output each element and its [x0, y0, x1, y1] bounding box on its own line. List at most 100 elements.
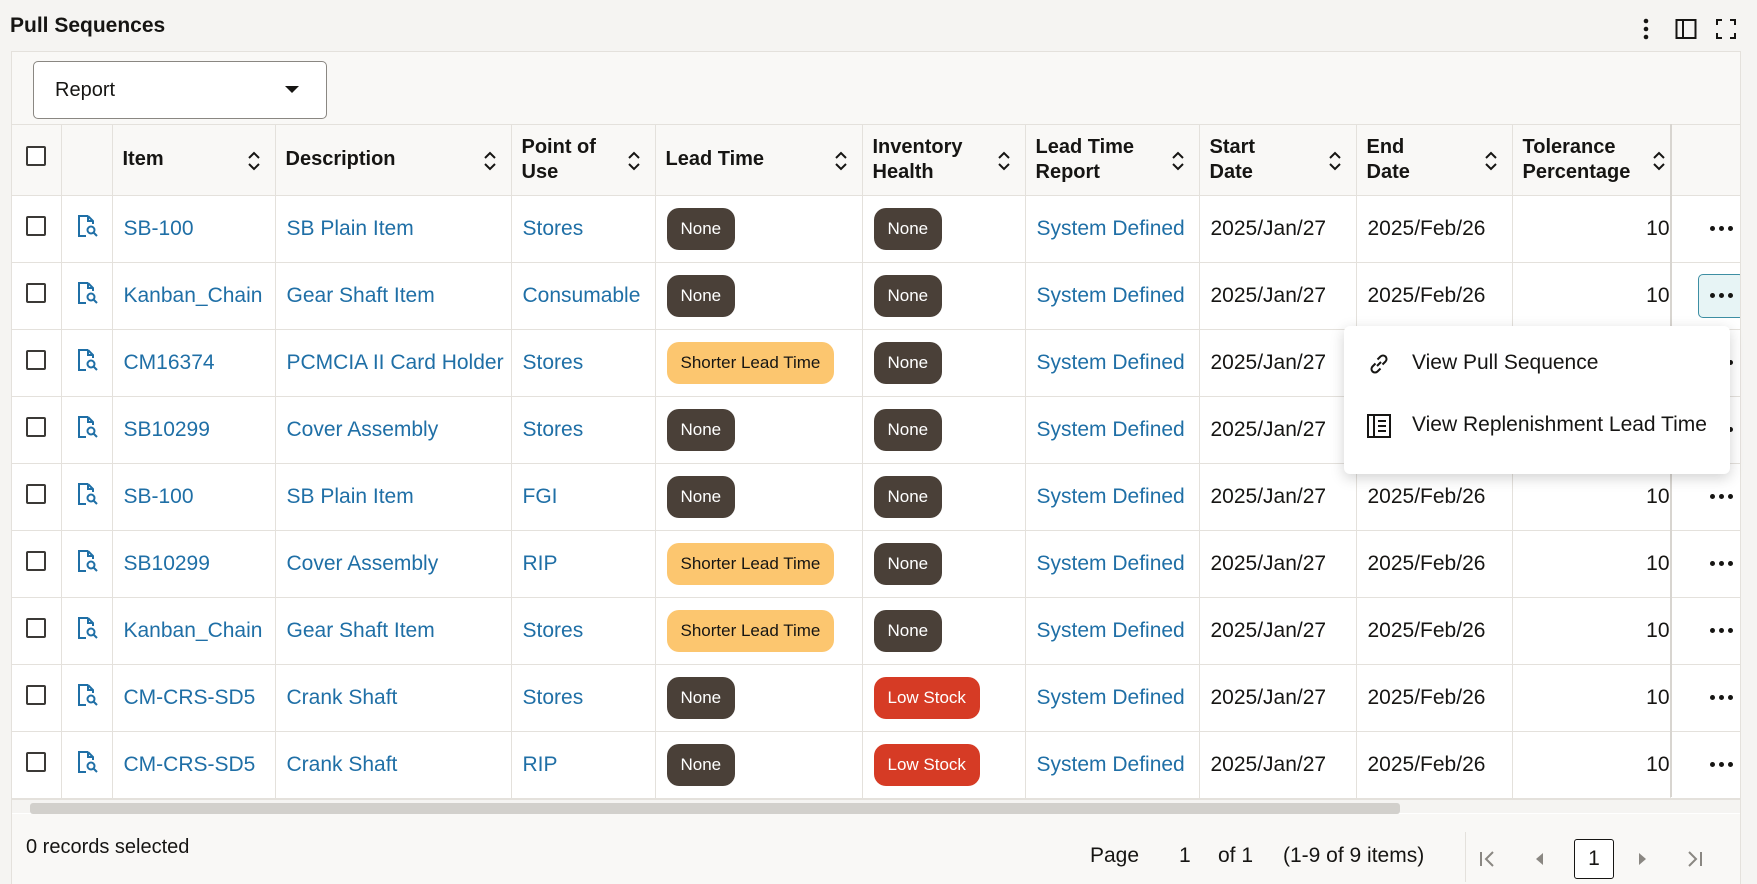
- point-of-use-link[interactable]: Stores: [523, 686, 584, 709]
- table-row[interactable]: CM-CRS-SD5 Crank Shaft Stores None Low S…: [12, 664, 1740, 732]
- item-link[interactable]: CM-CRS-SD5: [124, 686, 256, 709]
- description-link[interactable]: Cover Assembly: [287, 418, 439, 441]
- document-search-icon[interactable]: [76, 482, 98, 506]
- item-link[interactable]: SB10299: [124, 552, 210, 575]
- end-date-cell: 2025/Feb/26: [1356, 262, 1513, 330]
- table-row[interactable]: Kanban_Chain Gear Shaft Item Stores Shor…: [12, 597, 1740, 665]
- row-checkbox[interactable]: [26, 617, 47, 638]
- column-header-lead-time-report[interactable]: Lead Time Report: [1025, 125, 1200, 196]
- description-link[interactable]: Gear Shaft Item: [287, 284, 435, 307]
- previous-page-icon[interactable]: [1530, 849, 1550, 869]
- more-actions-icon[interactable]: [1698, 609, 1740, 653]
- description-link[interactable]: SB Plain Item: [287, 217, 414, 240]
- start-date-value: 2025/Jan/27: [1210, 752, 1327, 776]
- point-of-use-link[interactable]: Stores: [523, 619, 584, 642]
- description-link[interactable]: Cover Assembly: [287, 552, 439, 575]
- column-header-item[interactable]: Item: [112, 125, 276, 196]
- row-checkbox[interactable]: [26, 215, 47, 236]
- point-of-use-link[interactable]: Consumable: [523, 284, 641, 307]
- end-date-cell: 2025/Feb/26: [1356, 731, 1513, 799]
- item-link[interactable]: CM16374: [124, 351, 215, 374]
- select-all-checkbox[interactable]: [26, 146, 47, 167]
- point-of-use-link[interactable]: Stores: [523, 217, 584, 240]
- column-header-start-date[interactable]: Start Date: [1199, 125, 1357, 196]
- row-checkbox[interactable]: [26, 684, 47, 705]
- row-checkbox[interactable]: [26, 550, 47, 571]
- description-link[interactable]: PCMCIA II Card Holder: [287, 351, 504, 374]
- sort-icon: [1171, 151, 1184, 171]
- item-link[interactable]: SB-100: [124, 217, 194, 240]
- row-select-cell: [12, 262, 62, 330]
- description-link[interactable]: Gear Shaft Item: [287, 619, 435, 642]
- table-row[interactable]: SB10299 Cover Assembly RIP Shorter Lead …: [12, 530, 1740, 598]
- description-link[interactable]: Crank Shaft: [287, 686, 398, 709]
- point-of-use-link[interactable]: RIP: [523, 753, 558, 776]
- document-search-icon[interactable]: [76, 683, 98, 707]
- first-page-icon[interactable]: [1478, 849, 1498, 869]
- lead-time-report-link[interactable]: System Defined: [1037, 686, 1185, 709]
- table-row[interactable]: SB-100 SB Plain Item Stores None None Sy…: [12, 195, 1740, 263]
- column-header-end-date[interactable]: End Date: [1356, 125, 1513, 196]
- row-checkbox[interactable]: [26, 483, 47, 504]
- lead-time-report-link[interactable]: System Defined: [1037, 284, 1185, 307]
- document-search-icon[interactable]: [76, 214, 98, 238]
- description-link[interactable]: SB Plain Item: [287, 485, 414, 508]
- scrollbar-thumb[interactable]: [30, 803, 1400, 814]
- more-actions-icon[interactable]: [1698, 207, 1740, 251]
- next-page-icon[interactable]: [1632, 849, 1652, 869]
- point-of-use-link[interactable]: FGI: [523, 485, 558, 508]
- more-vertical-icon[interactable]: [1635, 16, 1657, 42]
- page-number-input[interactable]: 1: [1179, 844, 1191, 868]
- more-actions-icon[interactable]: [1698, 743, 1740, 787]
- document-search-icon[interactable]: [76, 348, 98, 372]
- document-search-icon[interactable]: [76, 415, 98, 439]
- start-date-value: 2025/Jan/27: [1210, 618, 1327, 642]
- column-header-description[interactable]: Description: [275, 125, 512, 196]
- table-row[interactable]: CM-CRS-SD5 Crank Shaft RIP None Low Stoc…: [12, 731, 1740, 799]
- lead-time-report-link[interactable]: System Defined: [1037, 552, 1185, 575]
- description-link[interactable]: Crank Shaft: [287, 753, 398, 776]
- start-date-cell: 2025/Jan/27: [1199, 530, 1357, 598]
- panel-toggle-icon[interactable]: [1675, 16, 1697, 42]
- column-header-inventory-health[interactable]: Inventory Health: [862, 125, 1026, 196]
- lead-time-report-link[interactable]: System Defined: [1037, 753, 1185, 776]
- table-row[interactable]: Kanban_Chain Gear Shaft Item Consumable …: [12, 262, 1740, 330]
- lead-time-report-link[interactable]: System Defined: [1037, 351, 1185, 374]
- more-actions-icon[interactable]: [1698, 475, 1740, 519]
- document-search-icon[interactable]: [76, 281, 98, 305]
- point-of-use-link[interactable]: Stores: [523, 351, 584, 374]
- current-page-button[interactable]: 1: [1574, 839, 1614, 879]
- point-of-use-link[interactable]: Stores: [523, 418, 584, 441]
- document-search-icon[interactable]: [76, 549, 98, 573]
- lead-time-report-link[interactable]: System Defined: [1037, 217, 1185, 240]
- column-header-point-of-use[interactable]: Point of Use: [511, 125, 656, 196]
- row-checkbox[interactable]: [26, 416, 47, 437]
- column-header-lead-time[interactable]: Lead Time: [655, 125, 863, 196]
- more-actions-icon[interactable]: [1698, 676, 1740, 720]
- more-actions-icon[interactable]: [1698, 273, 1740, 318]
- item-link[interactable]: Kanban_Chain: [124, 619, 263, 642]
- menu-item-view-pull-sequence[interactable]: View Pull Sequence: [1344, 332, 1730, 394]
- report-select[interactable]: Report: [33, 61, 327, 119]
- report-icon: [1367, 414, 1391, 438]
- last-page-icon[interactable]: [1684, 849, 1704, 869]
- item-link[interactable]: SB-100: [124, 485, 194, 508]
- lead-time-report-link[interactable]: System Defined: [1037, 485, 1185, 508]
- more-actions-icon[interactable]: [1698, 542, 1740, 586]
- column-header-tolerance[interactable]: Tolerance Percentage: [1512, 125, 1671, 196]
- menu-item-view-replenishment-lead-time[interactable]: View Replenishment Lead Time: [1344, 394, 1730, 456]
- item-link[interactable]: Kanban_Chain: [124, 284, 263, 307]
- item-link[interactable]: SB10299: [124, 418, 210, 441]
- document-search-icon[interactable]: [76, 616, 98, 640]
- row-checkbox[interactable]: [26, 751, 47, 772]
- horizontal-scrollbar[interactable]: [12, 799, 1740, 814]
- lead-time-report-link[interactable]: System Defined: [1037, 619, 1185, 642]
- lead-time-report-link[interactable]: System Defined: [1037, 418, 1185, 441]
- document-search-icon[interactable]: [76, 750, 98, 774]
- row-checkbox[interactable]: [26, 349, 47, 370]
- item-link[interactable]: CM-CRS-SD5: [124, 753, 256, 776]
- start-date-cell: 2025/Jan/27: [1199, 463, 1357, 531]
- fullscreen-icon[interactable]: [1715, 16, 1737, 42]
- point-of-use-link[interactable]: RIP: [523, 552, 558, 575]
- row-checkbox[interactable]: [26, 282, 47, 303]
